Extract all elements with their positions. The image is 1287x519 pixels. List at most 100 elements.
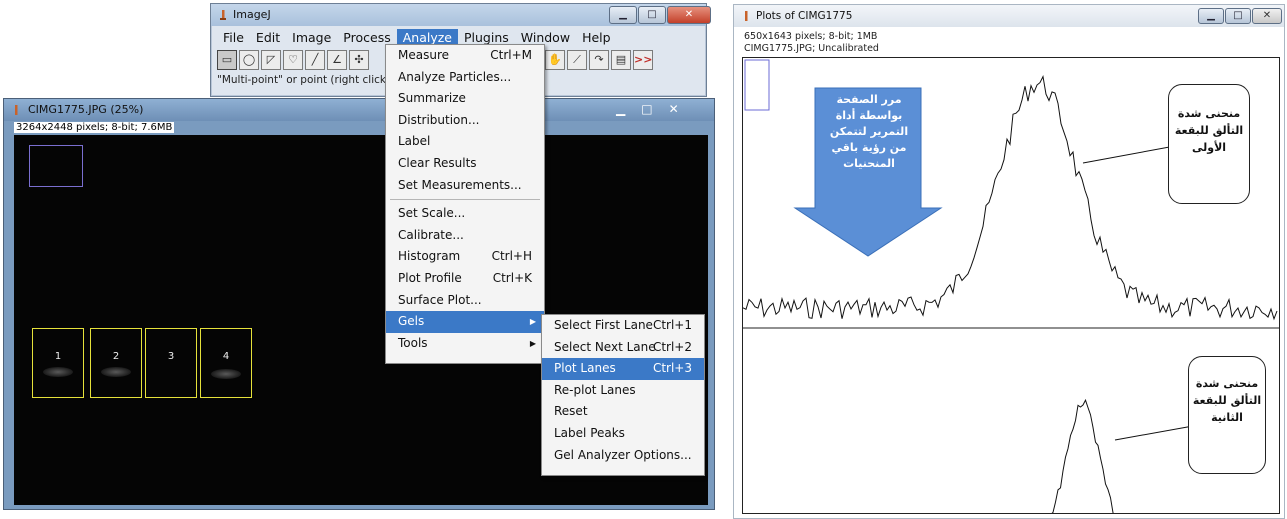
lane-roi[interactable]: 4: [200, 328, 252, 398]
imagej-title: ImageJ: [233, 8, 271, 21]
menu-image[interactable]: Image: [286, 29, 337, 47]
menu-item-plot-lanes[interactable]: Plot Lanes Ctrl+3: [542, 358, 704, 380]
menu-item-label: Gels: [398, 314, 425, 329]
arrow-tool-icon[interactable]: ↷: [589, 50, 609, 70]
plot-title-bar[interactable]: Plots of CIMG1775 ▁ □ ✕: [734, 5, 1284, 27]
menu-item-label: Calibrate...: [398, 227, 464, 242]
submenu-arrow-icon: ▶: [529, 317, 536, 327]
menu-item-select-next-lane[interactable]: Select Next Lane Ctrl+2: [542, 337, 704, 359]
menu-item-tools[interactable]: Tools ▶: [386, 333, 544, 355]
callout-2-pointer: [1114, 425, 1194, 441]
menu-item-label: Analyze Particles...: [398, 69, 512, 84]
menu-item-label: Set Measurements...: [398, 177, 522, 192]
menu-item-summarize[interactable]: Summarize: [386, 88, 544, 110]
lut-icon[interactable]: ▤: [611, 50, 631, 70]
menu-item-clear-results[interactable]: Clear Results: [386, 153, 544, 175]
callout-first-spot: منحنى شدة التألق للبقعة الأولى: [1168, 84, 1250, 204]
angle-tool-icon[interactable]: ∠: [327, 50, 347, 70]
menu-item-gels[interactable]: Gels ▶: [386, 311, 544, 333]
hand-icon[interactable]: ✋: [545, 50, 565, 70]
lane-roi[interactable]: 1: [32, 328, 84, 398]
submenu-arrow-icon: ▶: [529, 338, 536, 348]
plot-close-button[interactable]: ✕: [1252, 8, 1282, 24]
menu-item-label-peaks[interactable]: Label Peaks: [542, 423, 704, 445]
oval-tool-icon[interactable]: ◯: [239, 50, 259, 70]
lane-band: [211, 369, 241, 379]
plot-window-controls: ▁ □ ✕: [1198, 8, 1282, 26]
menu-item-label[interactable]: Label: [386, 131, 544, 153]
menu-item-measure[interactable]: Measure Ctrl+M: [386, 45, 544, 67]
plot-subtitle: CIMG1775.JPG; Uncalibrated: [744, 43, 879, 54]
line-tool-icon[interactable]: ╱: [305, 50, 325, 70]
lane-band: [43, 367, 73, 377]
lane-2-profile: [1048, 398, 1120, 519]
menu-item-label: Distribution...: [398, 112, 480, 127]
lane-label: 4: [222, 351, 230, 362]
multipoint-tool-icon[interactable]: ✣: [349, 50, 369, 70]
menu-item-histogram[interactable]: Histogram Ctrl+H: [386, 246, 544, 268]
menu-file[interactable]: File: [217, 29, 250, 47]
menu-item-shortcut: Ctrl+2: [652, 339, 692, 354]
plot-minimize-button[interactable]: ▁: [1198, 8, 1224, 24]
lane-band: [101, 367, 131, 377]
imagej-title-bar[interactable]: ImageJ ▁ □ ✕: [211, 4, 711, 26]
menu-separator: [390, 199, 540, 201]
image-window-controls: ▁ □ ✕: [616, 102, 679, 116]
menu-item-label: Measure: [398, 48, 449, 62]
polygon-tool-icon[interactable]: ◸: [261, 50, 281, 70]
minimize-button[interactable]: ▁: [609, 6, 637, 24]
menu-item-calibrate[interactable]: Calibrate...: [386, 225, 544, 247]
menu-item-shortcut: Ctrl+H: [491, 249, 532, 264]
menu-item-set-measurements[interactable]: Set Measurements...: [386, 175, 544, 197]
lane-roi[interactable]: 2: [90, 328, 142, 398]
lane-profile-plots[interactable]: مرر الصفحة بواسطة أداة التمرير لتتمكن من…: [742, 57, 1280, 519]
lane-roi[interactable]: 3: [145, 328, 197, 398]
imagej-app-icon: [220, 10, 226, 20]
menu-item-analyze-particles[interactable]: Analyze Particles...: [386, 67, 544, 89]
menu-help[interactable]: Help: [576, 29, 617, 47]
plot-info: 650x1643 pixels; 8-bit; 1MB: [744, 31, 878, 42]
image-info: 3264x2448 pixels; 8-bit; 7.6MB: [14, 122, 175, 133]
menu-item-set-scale[interactable]: Set Scale...: [386, 203, 544, 225]
freehand-tool-icon[interactable]: ♡: [283, 50, 303, 70]
menu-item-gel-analyzer-options[interactable]: Gel Analyzer Options...: [542, 445, 704, 467]
close-button[interactable]: ✕: [667, 6, 711, 24]
menu-item-label: Label Peaks: [554, 425, 625, 440]
menu-item-label: Summarize: [398, 91, 466, 106]
menu-item-label: Surface Plot...: [398, 292, 482, 307]
callout-second-spot: منحنى شدة التألق للبقعة الثانية: [1188, 356, 1266, 474]
menu-item-distribution[interactable]: Distribution...: [386, 110, 544, 132]
menu-item-label: Tools: [398, 335, 428, 350]
plot-title: Plots of CIMG1775: [756, 10, 853, 22]
menu-item-label: Clear Results: [398, 155, 477, 170]
more-tools-icon[interactable]: >>: [633, 50, 653, 70]
menu-item-label: Plot Profile: [398, 270, 462, 285]
pipette-icon[interactable]: ⟋: [567, 50, 587, 70]
menu-item-surface-plot[interactable]: Surface Plot...: [386, 290, 544, 312]
status-bar: "Multi-point" or point (right click to: [217, 74, 400, 86]
menu-item-label: Set Scale...: [398, 206, 466, 221]
menu-item-shortcut: Ctrl+1: [652, 318, 692, 332]
menu-edit[interactable]: Edit: [250, 29, 286, 47]
menu-item-label: Label: [398, 134, 431, 149]
gels-submenu: Select First Lane Ctrl+1 Select Next Lane C…: [541, 314, 705, 476]
menu-item-select-first-lane[interactable]: Select First Lane Ctrl+1: [542, 315, 704, 337]
menu-item-label: Plot Lanes: [554, 361, 616, 376]
menu-item-plot-profile[interactable]: Plot Profile Ctrl+K: [386, 268, 544, 290]
menu-item-reset[interactable]: Reset: [542, 401, 704, 423]
menu-item-re-plot-lanes[interactable]: Re-plot Lanes: [542, 380, 704, 402]
overview-roi: [29, 145, 83, 187]
image-minimize-button[interactable]: ▁: [616, 102, 625, 116]
image-title: CIMG1775.JPG (25%): [28, 103, 144, 116]
image-close-button[interactable]: ✕: [669, 102, 679, 116]
rectangle-tool-icon[interactable]: ▭: [217, 50, 237, 70]
menu-item-label: Select Next Lane: [554, 339, 656, 354]
image-maximize-button[interactable]: □: [641, 102, 652, 116]
maximize-button[interactable]: □: [638, 6, 666, 24]
plot-maximize-button[interactable]: □: [1225, 8, 1251, 24]
image-window-icon: [15, 105, 18, 115]
menu-item-shortcut: Ctrl+M: [490, 48, 532, 62]
analyze-menu: Measure Ctrl+M Analyze Particles... Summari…: [385, 44, 545, 364]
image-title-bar[interactable]: CIMG1775.JPG (25%) ▁ □ ✕: [4, 99, 714, 121]
menu-item-label: Gel Analyzer Options...: [554, 447, 692, 462]
